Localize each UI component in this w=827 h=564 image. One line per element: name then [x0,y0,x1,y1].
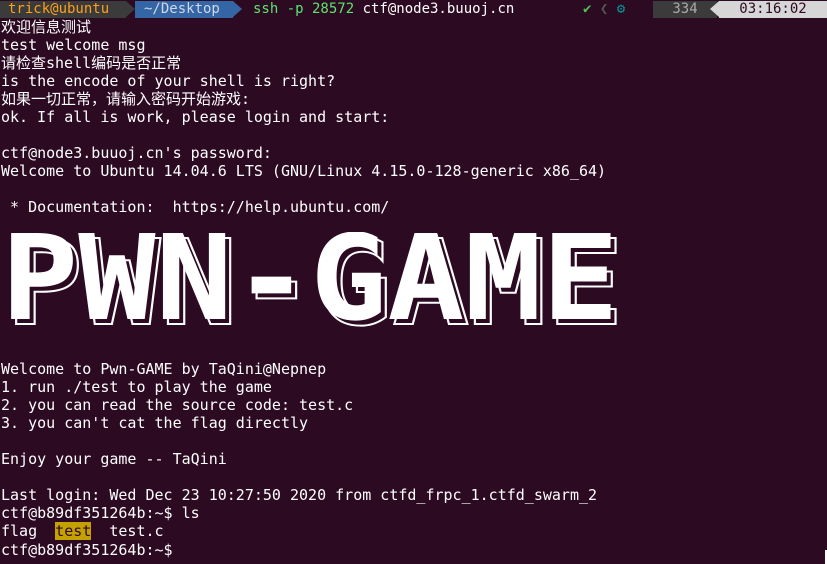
output-line: ctf@node3.buuoj.cn's password: [1,144,272,162]
shell-prompt-bar: trick@ubuntu ~/Desktop ssh -p 28572 ctf@… [0,0,827,18]
command-host: ctf@node3.buuoj.cn [362,1,515,17]
command-text: ssh -p 28572 [253,1,363,17]
output-line: is the encode of your shell is right? [1,72,336,90]
output-line: Welcome to Ubuntu 14.04.6 LTS (GNU/Linux… [1,162,607,180]
output-line: Last login: Wed Dec 23 10:27:50 2020 fro… [1,486,598,504]
prompt-directory: ~/Desktop [135,1,233,18]
check-icon: ✔ [583,1,592,17]
output-line: 3. you can't cat the flag directly [1,414,309,432]
banner-text: PWN-GAME [1,232,619,332]
status-segment: ✔ ❮ ⚙ [583,1,653,18]
ls-output-line: flag test test.c [1,522,164,540]
ls-item-test-c: test.c [109,522,164,540]
prompt-separator-arrow [126,1,135,17]
clock: 03:16:02 [719,1,827,18]
output-line: 如果一切正常，请输入密码开始游戏: [1,90,251,108]
output-line: * Documentation: https://help.ubuntu.com… [1,198,390,216]
prompt-user-host: trick@ubuntu [0,1,126,18]
output-line: 欢迎信息测试 [1,18,92,36]
pwn-game-ascii-banner: PWN-GAME PWN-GAME [1,232,625,332]
output-line: 请检查shell编码是否正常 [1,54,182,72]
typed-command: ssh -p 28572 ctf@node3.buuoj.cn [253,1,514,18]
prompt-separator-arrow [574,1,583,17]
output-line: Welcome to Pwn-GAME by TaQini@Nepnep [1,360,327,378]
output-line: 2. you can read the source code: test.c [1,396,354,414]
ls-item-test: test [55,522,92,540]
prompt-text: ctf@b89df351264b:~$ [1,541,173,559]
separator-icon: ❮ [599,1,609,17]
output-line: ok. If all is work, please login and sta… [1,108,390,126]
history-count: 334 [653,1,717,18]
terminal-cursor [173,540,182,555]
output-line: 1. run ./test to play the game [1,378,272,396]
output-line: Enjoy your game -- TaQini [1,450,227,468]
output-line: test welcome msg [1,36,146,54]
gear-icon: ⚙ [616,1,626,17]
shell-prompt-line[interactable]: ctf@b89df351264b:~$ [1,540,182,559]
ls-item-flag: flag [1,522,38,540]
prompt-separator-arrow [710,1,719,17]
prompt-separator-arrow [233,1,242,17]
output-line: ctf@b89df351264b:~$ ls [1,504,200,522]
